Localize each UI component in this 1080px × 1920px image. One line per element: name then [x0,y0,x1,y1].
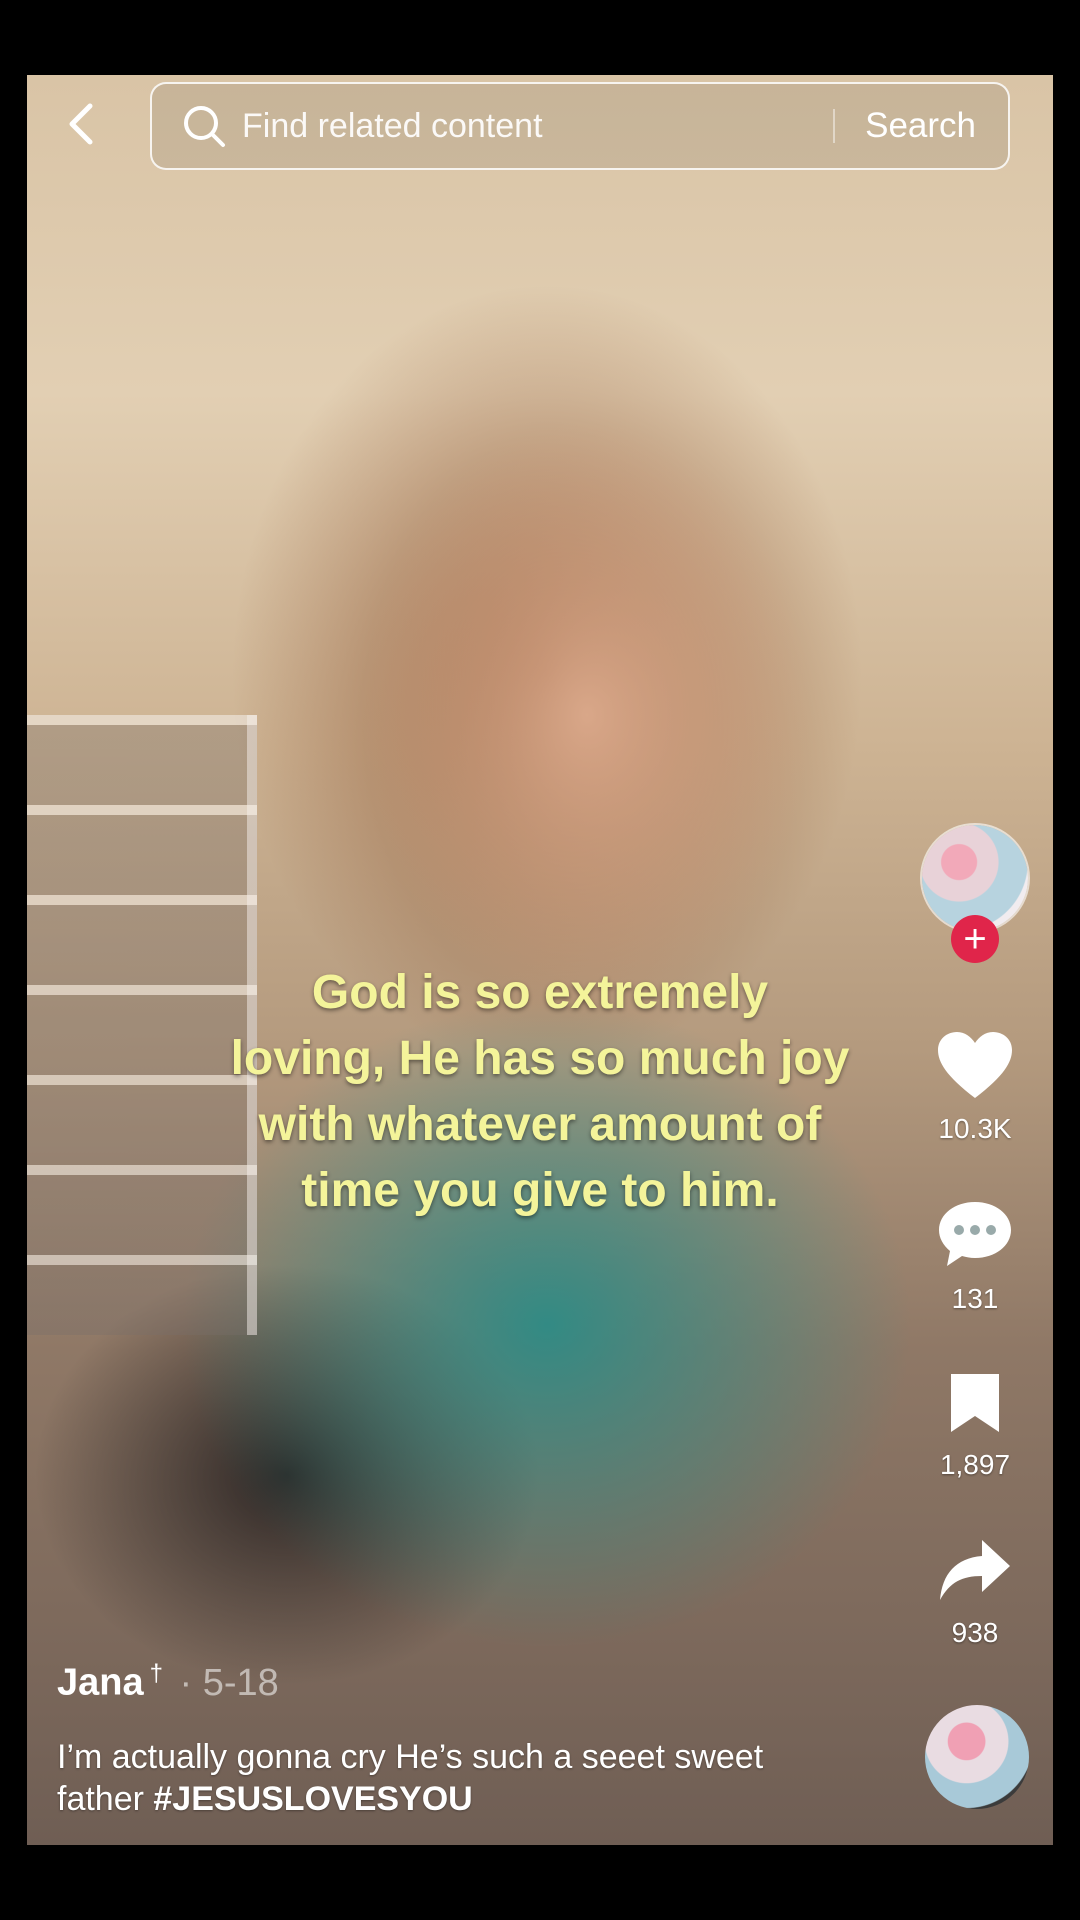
caption-line: time you give to him. [301,1164,779,1217]
save-count: 1,897 [939,1449,1011,1480]
comment-count: 131 [951,1283,999,1314]
cross-badge-icon: † [149,1660,163,1687]
bookmark-icon [947,1374,1003,1440]
follow-button[interactable]: + [951,915,999,963]
search-button[interactable]: Search [835,106,1008,146]
post-date: · 5-18 [179,1661,279,1704]
comment-button[interactable]: 131 [925,1198,1025,1315]
caption-line: God is so extremely [311,966,769,1019]
search-bar[interactable]: Find related content Search [150,82,1010,170]
username[interactable]: Jana [57,1662,144,1704]
search-input[interactable]: Find related content [242,107,833,146]
caption-line: with whatever amount of [258,1098,822,1151]
comment-icon [937,1202,1013,1274]
share-count: 938 [951,1617,999,1648]
chevron-left-icon [62,100,102,153]
like-count: 10.3K [938,1113,1012,1144]
video-caption: God is so extremely loving, He has so mu… [160,960,920,1224]
search-icon [182,104,226,148]
like-button[interactable]: 10.3K [925,1030,1025,1145]
hashtag-link[interactable]: #JESUSLOVESYOU [153,1780,472,1818]
save-button[interactable]: 1,897 [925,1370,1025,1481]
post-author-row: Jana † · 5-18 [57,1660,279,1705]
share-icon [938,1540,1012,1608]
post-description: I’m actually gonna cry He’s such a seeet… [57,1736,817,1820]
heart-icon [936,1032,1014,1104]
caption-line: loving, He has so much joy [230,1032,850,1085]
back-button[interactable] [58,102,106,150]
share-button[interactable]: 938 [925,1536,1025,1649]
music-disc-icon[interactable] [925,1705,1029,1809]
